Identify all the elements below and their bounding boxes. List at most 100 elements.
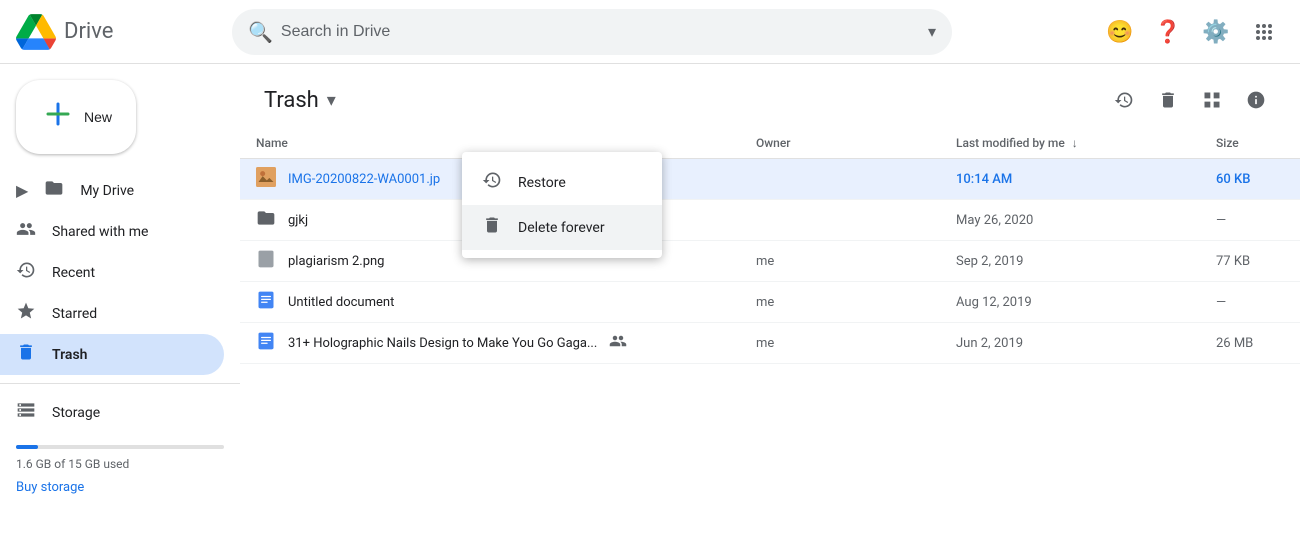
table-row[interactable]: Untitled document me Aug 12, 2019 — [240, 282, 1300, 323]
content-title-area: Trash ▾ [264, 88, 336, 113]
file-size-cell: 26 MB [1200, 323, 1300, 364]
file-type-icon [256, 167, 276, 191]
file-type-icon [256, 208, 276, 232]
file-owner-cell [740, 200, 940, 241]
storage-bar-bg [16, 445, 224, 449]
logo-area: Drive [16, 12, 216, 52]
file-owner-cell: me [740, 241, 940, 282]
trash-icon [16, 342, 36, 367]
sidebar-item-label: Shared with me [52, 224, 148, 240]
file-modified-cell: 10:14 AM [940, 159, 1200, 200]
file-name-text: gjkj [288, 213, 308, 228]
sidebar-item-label: Trash [52, 347, 87, 363]
account-icon: 😊 [1106, 19, 1133, 45]
delete-forever-icon [482, 215, 502, 240]
settings-icon-btn[interactable]: ⚙️ [1196, 12, 1236, 52]
file-modified-cell: Jun 2, 2019 [940, 323, 1200, 364]
search-icon: 🔍 [248, 20, 273, 44]
context-menu-delete-forever[interactable]: Delete forever [462, 205, 662, 250]
recent-icon [16, 260, 36, 285]
apps-icon-btn[interactable] [1244, 12, 1284, 52]
file-size-cell: — [1200, 200, 1300, 241]
file-type-icon [256, 290, 276, 314]
file-name-cell-4: 31+ Holographic Nails Design to Make You… [240, 323, 740, 364]
shared-users-icon [609, 332, 627, 354]
help-icon: ❓ [1154, 19, 1181, 45]
restore-all-button[interactable] [1104, 80, 1144, 120]
plus-icon [40, 96, 76, 138]
file-table-wrapper: Name Owner Last modified by me ↓ Size [240, 128, 1300, 542]
account-icon-btn[interactable]: 😊 [1100, 12, 1140, 52]
file-table: Name Owner Last modified by me ↓ Size [240, 128, 1300, 364]
file-owner-cell: me [740, 282, 940, 323]
content-area: Trash ▾ [240, 64, 1300, 542]
file-modified-cell: Sep 2, 2019 [940, 241, 1200, 282]
file-type-icon [256, 249, 276, 273]
buy-storage-link[interactable]: Buy storage [16, 480, 84, 495]
table-row[interactable]: gjkj May 26, 2020 — [240, 200, 1300, 241]
file-owner-cell [740, 159, 940, 200]
storage-used-label: 1.6 GB of 15 GB used [16, 457, 224, 471]
context-menu-restore[interactable]: Restore [462, 160, 662, 205]
sidebar-item-starred[interactable]: Starred [0, 293, 224, 334]
sidebar-item-label: My Drive [80, 183, 134, 199]
sidebar-item-shared[interactable]: Shared with me [0, 211, 224, 252]
col-header-size[interactable]: Size [1200, 128, 1300, 159]
new-button-label: New [84, 109, 112, 125]
sidebar-item-trash[interactable]: Trash [0, 334, 224, 375]
sort-desc-icon: ↓ [1072, 136, 1078, 150]
search-input[interactable] [281, 23, 920, 41]
table-row[interactable]: 31+ Holographic Nails Design to Make You… [240, 323, 1300, 364]
file-size-cell: 77 KB [1200, 241, 1300, 282]
table-row[interactable]: IMG-20200822-WA0001.jp 10:14 AM 60 KB [240, 159, 1300, 200]
file-owner-cell: me [740, 323, 940, 364]
app-title: Drive [64, 19, 113, 44]
restore-icon [482, 170, 502, 195]
content-header: Trash ▾ [240, 64, 1300, 128]
storage-icon [16, 400, 36, 425]
file-name-text: IMG-20200822-WA0001.jp [288, 172, 440, 187]
file-name-text: Untitled document [288, 295, 394, 310]
sidebar: New ▶ My Drive Shared with me [0, 64, 240, 542]
help-icon-btn[interactable]: ❓ [1148, 12, 1188, 52]
settings-icon: ⚙️ [1202, 19, 1229, 45]
sidebar-item-recent[interactable]: Recent [0, 252, 224, 293]
file-size-cell: 60 KB [1200, 159, 1300, 200]
drive-logo-icon [16, 12, 56, 52]
header-icons: 😊 ❓ ⚙️ [1100, 12, 1284, 52]
new-button[interactable]: New [16, 80, 136, 154]
file-name-cell-3: Untitled document [240, 282, 740, 323]
storage-bar-fill [16, 445, 38, 449]
drive-folder-icon [44, 178, 64, 203]
expand-arrow-icon: ▶ [16, 181, 28, 200]
delete-forever-label: Delete forever [518, 220, 605, 236]
file-name-text: plagiarism 2.png [288, 254, 384, 269]
file-size-cell: — [1200, 282, 1300, 323]
sidebar-divider [0, 383, 240, 384]
file-type-icon [256, 331, 276, 355]
col-header-modified[interactable]: Last modified by me ↓ [940, 128, 1200, 159]
file-modified-cell: May 26, 2020 [940, 200, 1200, 241]
empty-trash-button[interactable] [1148, 80, 1188, 120]
col-header-owner[interactable]: Owner [740, 128, 940, 159]
sidebar-item-label: Recent [52, 265, 95, 281]
search-bar: 🔍 ▾ [232, 9, 952, 55]
page-title: Trash [264, 88, 319, 113]
file-modified-cell: Aug 12, 2019 [940, 282, 1200, 323]
restore-label: Restore [518, 175, 566, 191]
shared-icon [16, 219, 36, 244]
storage-section: 1.6 GB of 15 GB used Buy storage [0, 433, 240, 507]
table-row[interactable]: plagiarism 2.png me Sep 2, 2019 77 KB [240, 241, 1300, 282]
title-dropdown-icon[interactable]: ▾ [327, 90, 336, 111]
content-toolbar [1104, 80, 1276, 120]
sidebar-item-label: Starred [52, 306, 97, 322]
star-icon [16, 301, 36, 326]
context-menu: Restore Delete forever [462, 152, 662, 258]
sidebar-nav: ▶ My Drive Shared with me Rec [0, 170, 240, 375]
sidebar-item-my-drive[interactable]: ▶ My Drive [0, 170, 224, 211]
search-dropdown-icon[interactable]: ▾ [928, 22, 936, 41]
grid-layout-button[interactable] [1192, 80, 1232, 120]
sidebar-item-storage[interactable]: Storage [0, 392, 224, 433]
file-name-text: 31+ Holographic Nails Design to Make You… [288, 336, 597, 351]
info-button[interactable] [1236, 80, 1276, 120]
